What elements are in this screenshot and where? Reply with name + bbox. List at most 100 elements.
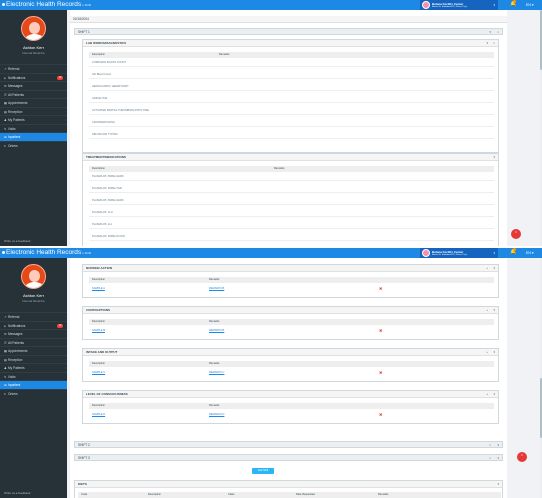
sidebar-item-referral[interactable]: ↗Referral	[0, 312, 67, 321]
table-row: COMPLETE BLOOD COUNT	[89, 58, 494, 67]
language-selector[interactable]: EN ▾	[526, 3, 534, 7]
add-shift-button[interactable]: Add Shift	[252, 468, 274, 474]
diets-table-header: Code Description Class Date Requested Re…	[78, 492, 501, 498]
contraptions-description-link[interactable]: SAMPLE B	[92, 326, 105, 335]
sidebar-item-all-patients[interactable]: ☰All Patients	[0, 89, 67, 99]
app-title[interactable]: Electronic Health Recordsv. 40.32	[6, 1, 91, 8]
sidebar-item-my-patients[interactable]: ♟My Patients	[0, 115, 67, 124]
nursing-action-header[interactable]: NURSING ACTION + ▾	[83, 265, 498, 272]
scroll-to-top-button[interactable]: ⌃	[511, 229, 521, 239]
sidebar-item-messages[interactable]: ✉Messages	[0, 329, 67, 338]
table-row: SAMPLE D REMARKS D ✖	[89, 410, 494, 419]
delete-icon[interactable]: ✖	[379, 410, 382, 419]
treatment-header[interactable]: TREATMENT/MEDICATIONS ▾	[83, 154, 498, 161]
sidebar-item-visits[interactable]: ✎Visits	[0, 123, 67, 133]
user-profile: Ashton Kerr Internal Medicine	[0, 258, 67, 312]
sidebar-item-reception[interactable]: ▤Reception	[0, 106, 67, 116]
app-title[interactable]: Electronic Health Recordsv. 40.32	[6, 249, 91, 256]
nursing-description-link[interactable]: SAMPLE A	[92, 284, 105, 293]
notification-badge	[513, 248, 516, 251]
feedback-link[interactable]: Write us a feedback	[4, 239, 30, 243]
bell-icon[interactable]: 🔔	[510, 248, 516, 255]
scroll-to-top-button[interactable]: ⌃	[517, 452, 527, 462]
close-icon[interactable]: ×	[497, 29, 499, 36]
facility-selector[interactable]: Bulaca Facility Center Barrio St. Sabada…	[420, 248, 498, 258]
chevron-down-icon[interactable]: ▾	[493, 349, 495, 356]
feedback-link[interactable]: Write us a feedback	[4, 491, 30, 495]
inpatient-record: 02/18/2024 SHIFT 1 ▾ × LAB WORKS/DIAGNOS…	[70, 10, 507, 246]
sidebar-item-visits[interactable]: ✎Visits	[0, 371, 67, 381]
chevron-down-icon[interactable]: ▾	[489, 29, 491, 36]
chevron-down-icon[interactable]: ▾	[493, 265, 495, 272]
notification-badge	[513, 0, 516, 3]
sidebar-item-notifications[interactable]: ● Notifications 10	[0, 320, 67, 330]
chevron-down-icon[interactable]: ▾	[493, 391, 495, 398]
diets-header[interactable]: DIETS ▾	[75, 481, 502, 488]
contraptions-header[interactable]: CONTRAPTIONS + ▾	[83, 307, 498, 314]
chevron-down-icon: ▾	[493, 3, 495, 7]
facility-selector[interactable]: Bulaca Facility Center Barrio St. Sabada…	[420, 0, 498, 10]
consciousness-description-link[interactable]: SAMPLE D	[92, 410, 105, 419]
nursing-remarks-link[interactable]: REMARKS B	[209, 284, 224, 293]
plus-icon[interactable]: +	[486, 265, 488, 272]
lab-works-header[interactable]: LAB WORKS/DIAGNOSTICS ▾ ×	[83, 40, 498, 47]
bell-icon[interactable]: 🔔	[510, 0, 516, 7]
intake-description-link[interactable]: SAMPLE C	[92, 368, 105, 377]
delete-icon[interactable]: ✖	[379, 368, 382, 377]
table-row: ACTIVATED PARTIAL THROMBOPLASTIN TIME	[89, 106, 494, 115]
table-row: SAMPLE C REMARKS C ✖	[89, 368, 494, 377]
chevron-down-icon[interactable]: ▾	[497, 481, 499, 488]
plus-icon[interactable]: +	[486, 307, 488, 314]
table-row: ABO BLOOD TYPING	[89, 130, 494, 139]
shift-1-header[interactable]: SHIFT 1 ▾ ×	[74, 28, 503, 35]
language-selector[interactable]: EN ▾	[526, 251, 534, 255]
nursing-action-panel: NURSING ACTION + ▾ Description Remarks S…	[82, 264, 499, 298]
consciousness-header[interactable]: LEVEL OF CONSCIOUSNESS + ▾	[83, 391, 498, 398]
chevron-down-icon[interactable]: ▾	[493, 307, 495, 314]
sidebar-item-all-patients[interactable]: ☰All Patients	[0, 337, 67, 347]
screen-bottom: Electronic Health Recordsv. 40.32 Bulaca…	[0, 248, 542, 498]
sidebar: Ashton Kerr Internal Medicine ↗Referral …	[0, 10, 67, 246]
chevron-down-icon[interactable]: ▾	[493, 154, 495, 161]
sidebar-item-appointments[interactable]: ▦Appointments	[0, 98, 67, 107]
sidebar-item-reception[interactable]: ▤Reception	[0, 354, 67, 364]
intake-output-header[interactable]: INTAKE AND OUTPUT + ▾	[83, 349, 498, 356]
intake-output-panel: INTAKE AND OUTPUT + ▾ Description Remark…	[82, 348, 499, 382]
consciousness-remarks-link[interactable]: REMARKS D	[209, 410, 224, 419]
main-area: 02/18/2024 SHIFT 1 ▾ × LAB WORKS/DIAGNOS…	[67, 10, 542, 246]
sidebar-item-inpatient[interactable]: ⊞Inpatient	[0, 380, 67, 389]
sidebar-item-orders[interactable]: ≡ Orders	[0, 388, 67, 398]
intake-remarks-link[interactable]: REMARKS C	[209, 368, 224, 377]
shift-3-header[interactable]: SHIFT 3 × ▾	[74, 454, 503, 461]
chevron-down-icon[interactable]: ▾	[497, 442, 499, 449]
chevron-down-icon[interactable]: ▾	[486, 40, 488, 47]
menu-icon[interactable]	[2, 251, 5, 254]
plus-icon[interactable]: +	[486, 391, 488, 398]
sidebar-item-referral[interactable]: ↗Referral	[0, 64, 67, 73]
delete-icon[interactable]: ✖	[379, 284, 382, 293]
avatar[interactable]	[21, 264, 46, 289]
sidebar: Ashton Kerr Internal Medicine ↗Referral …	[0, 258, 67, 498]
close-icon[interactable]: ×	[493, 40, 495, 47]
menu-icon[interactable]	[2, 3, 5, 6]
close-icon[interactable]: ×	[489, 455, 491, 462]
shift-2-header[interactable]: SHIFT 2 × ▾	[74, 441, 503, 448]
user-role: Internal Medicine	[22, 299, 45, 303]
sidebar-item-notifications[interactable]: ● Notifications 10	[0, 72, 67, 82]
top-bar: Electronic Health Recordsv. 40.32 Bulaca…	[0, 0, 542, 10]
delete-icon[interactable]: ✖	[379, 326, 382, 335]
sidebar-item-appointments[interactable]: ▦Appointments	[0, 346, 67, 355]
contraptions-remarks-link[interactable]: REMARKS B	[209, 326, 224, 335]
plus-icon[interactable]: +	[486, 349, 488, 356]
sidebar-item-my-patients[interactable]: ♟My Patients	[0, 363, 67, 372]
avatar[interactable]	[21, 16, 46, 41]
chevron-down-icon[interactable]: ▾	[497, 455, 499, 462]
table-row: URINALYSIS	[89, 94, 494, 103]
table-row: SAMPLE A REMARKS B ✖	[89, 284, 494, 293]
user-profile: Ashton Kerr Internal Medicine	[0, 10, 67, 64]
sidebar-item-inpatient[interactable]: ⊞Inpatient	[0, 132, 67, 141]
close-icon[interactable]: ×	[489, 442, 491, 449]
sidebar-item-messages[interactable]: ✉Messages	[0, 81, 67, 90]
sidebar-item-orders[interactable]: ≡ Orders	[0, 140, 67, 150]
table-row: HEMOGLOBIN / HEMATOCRIT	[89, 82, 494, 91]
